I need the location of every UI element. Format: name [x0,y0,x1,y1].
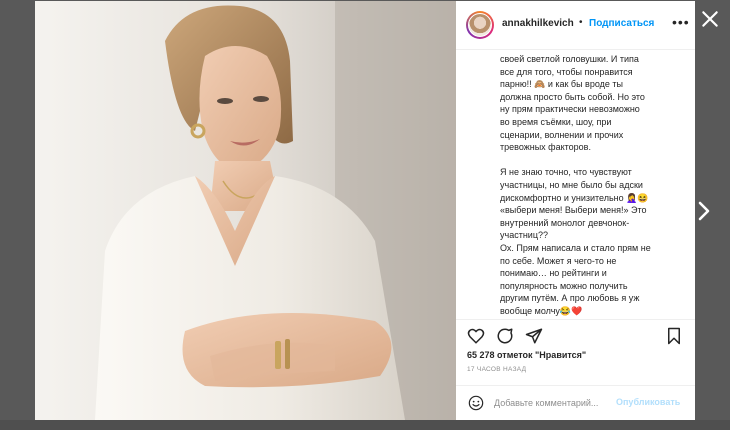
post-timestamp[interactable]: 17 ЧАСОВ НАЗАД [467,366,526,373]
post-photo[interactable] [35,1,456,420]
username-link[interactable]: annakhilkevich [502,18,574,29]
follow-button[interactable]: Подписаться [589,18,654,29]
likes-count[interactable]: 65 278 отметок "Нравится" [467,350,586,360]
background-strip [0,420,730,430]
separator-dot: • [579,17,583,28]
more-options-icon[interactable]: ••• [672,14,690,30]
comment-bar: Опубликовать [456,385,695,421]
post-header: annakhilkevich • Подписаться ••• [456,1,695,50]
close-icon[interactable] [700,9,720,29]
action-bar [456,319,695,350]
post-panel: annakhilkevich • Подписаться ••• своей с… [456,1,695,420]
comment-input[interactable] [494,396,614,410]
bookmark-icon[interactable] [665,327,683,345]
chevron-right-icon[interactable] [696,200,712,222]
share-icon[interactable] [525,327,543,345]
post-caption: своей светлой головушки. И типа все для … [500,54,651,316]
comment-icon[interactable] [496,327,514,345]
heart-icon[interactable] [467,327,485,345]
emoji-smile-icon[interactable] [468,395,484,411]
avatar[interactable] [466,11,494,39]
post-photo-illustration [35,1,456,420]
publish-button[interactable]: Опубликовать [616,397,680,407]
